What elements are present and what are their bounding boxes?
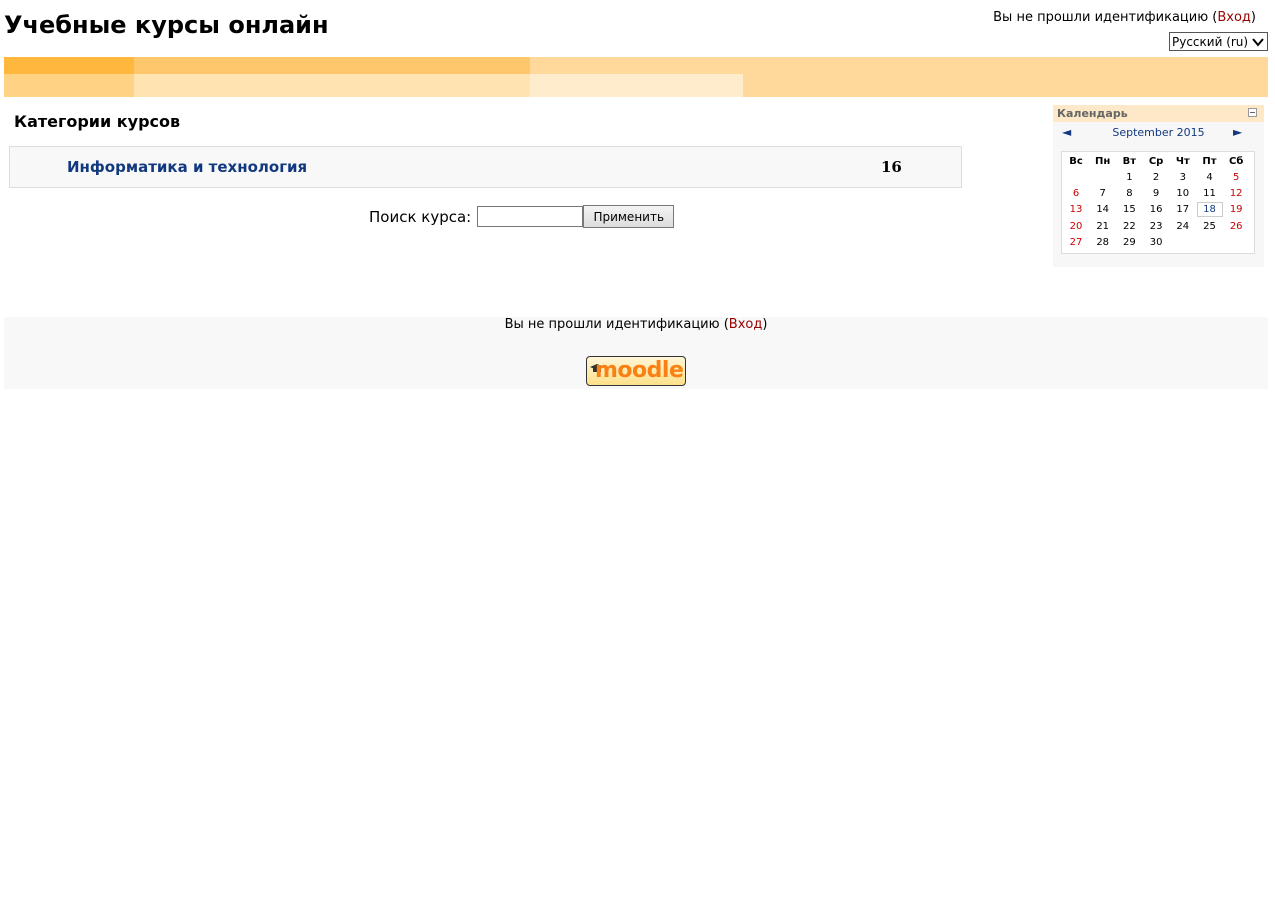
calendar-day: 2 (1152, 172, 1160, 183)
footer: Вы не прошли идентификацию (Вход) moodle (4, 317, 1268, 389)
header-band (4, 57, 1268, 97)
calendar-day: 1 (1126, 172, 1133, 183)
calendar-day: 22 (1123, 220, 1136, 232)
calendar-block: Календарь ◄ September 2015 ► Вс Пн Вт Ср Чт П… (1053, 105, 1264, 267)
calendar-day: 30 (1149, 236, 1163, 248)
calendar-dayname: Чт (1175, 156, 1190, 167)
calendar-day: 13 (1069, 204, 1083, 216)
category-course-count: 16 (881, 158, 902, 176)
course-search-form: Поиск курса: Применить (369, 205, 675, 228)
search-submit-button[interactable]: Применить (583, 205, 675, 228)
calendar-dayname: Сб (1229, 156, 1244, 167)
calendar-day: 7 (1099, 188, 1106, 200)
calendar-day: 14 (1096, 204, 1110, 216)
search-label: Поиск курса: (369, 207, 472, 226)
login-link-footer[interactable]: Вход (729, 317, 763, 332)
calendar-day: 25 (1203, 220, 1216, 232)
band-segment (134, 74, 530, 97)
calendar-dayname: Ср (1148, 156, 1164, 167)
calendar-grid: Вс Пн Вт Ср Чт Пт Сб 1 2 3 4 5 6 7 8 9 10 11 12 13 14 15 16 17 1… (1061, 151, 1255, 254)
login-info-suffix: ) (1250, 10, 1256, 25)
calendar-day: 29 (1123, 236, 1136, 248)
page: Учебные курсы онлайн Вы не прошли иденти… (4, 0, 1268, 914)
calendar-day: 24 (1176, 220, 1190, 232)
site-title: Учебные курсы онлайн (4, 11, 329, 39)
calendar-day: 11 (1203, 188, 1216, 200)
band-segment (530, 74, 743, 97)
calendar-dayname: Вт (1122, 156, 1137, 167)
calendar-next-month-icon[interactable]: ► (1233, 125, 1242, 139)
calendar-day: 4 (1206, 172, 1213, 183)
calendar-day: 3 (1179, 172, 1186, 183)
calendar-dayname: Вс (1069, 156, 1083, 167)
calendar-day: 26 (1229, 220, 1243, 232)
calendar-day: 21 (1096, 220, 1110, 232)
calendar-day: 10 (1176, 188, 1190, 200)
calendar-dayname: Пт (1202, 156, 1217, 167)
calendar-day: 5 (1233, 172, 1240, 183)
course-search-input[interactable] (477, 206, 584, 227)
calendar-day: 20 (1069, 220, 1083, 232)
calendar-day: 19 (1229, 204, 1243, 216)
calendar-dayname: Пн (1095, 156, 1111, 167)
band-segment (134, 57, 530, 74)
calendar-header: Календарь (1053, 105, 1264, 122)
calendar-day: 23 (1149, 220, 1163, 232)
category-table: Информатика и технология 16 (9, 146, 962, 188)
calendar-day: 8 (1126, 188, 1133, 200)
login-info-footer: Вы не прошли идентификацию (Вход) (4, 317, 1268, 333)
login-info-suffix: ) (762, 317, 768, 332)
collapse-icon[interactable] (1248, 108, 1257, 117)
calendar-title: Календарь (1057, 107, 1128, 120)
login-info-prefix: Вы не прошли идентификацию ( (504, 317, 729, 332)
calendar-day: 27 (1069, 236, 1083, 248)
calendar-day: 15 (1123, 204, 1136, 216)
calendar-day: 6 (1072, 188, 1080, 200)
band-segment (4, 74, 134, 97)
login-link-top[interactable]: Вход (1217, 10, 1251, 25)
login-info-top: Вы не прошли идентификацию (Вход) (993, 10, 1256, 26)
calendar-day: 12 (1229, 188, 1243, 200)
language-select[interactable]: Русский (ru) (1169, 32, 1268, 51)
course-categories-heading: Категории курсов (14, 112, 181, 131)
calendar-day: 16 (1149, 204, 1163, 216)
chevron-down-icon (1252, 38, 1264, 47)
calendar-day: 9 (1152, 188, 1160, 200)
moodle-logo-text: moodle (595, 358, 684, 383)
category-link[interactable]: Информатика и технология (67, 158, 307, 176)
calendar-day: 17 (1176, 204, 1190, 216)
calendar-day-today: 18 (1196, 202, 1223, 218)
moodle-logo[interactable]: moodle (586, 356, 686, 386)
language-select-value: Русский (ru) (1172, 34, 1249, 49)
band-segment (4, 57, 134, 74)
login-info-prefix: Вы не прошли идентификацию ( (993, 10, 1218, 25)
calendar-day: 28 (1096, 236, 1110, 248)
